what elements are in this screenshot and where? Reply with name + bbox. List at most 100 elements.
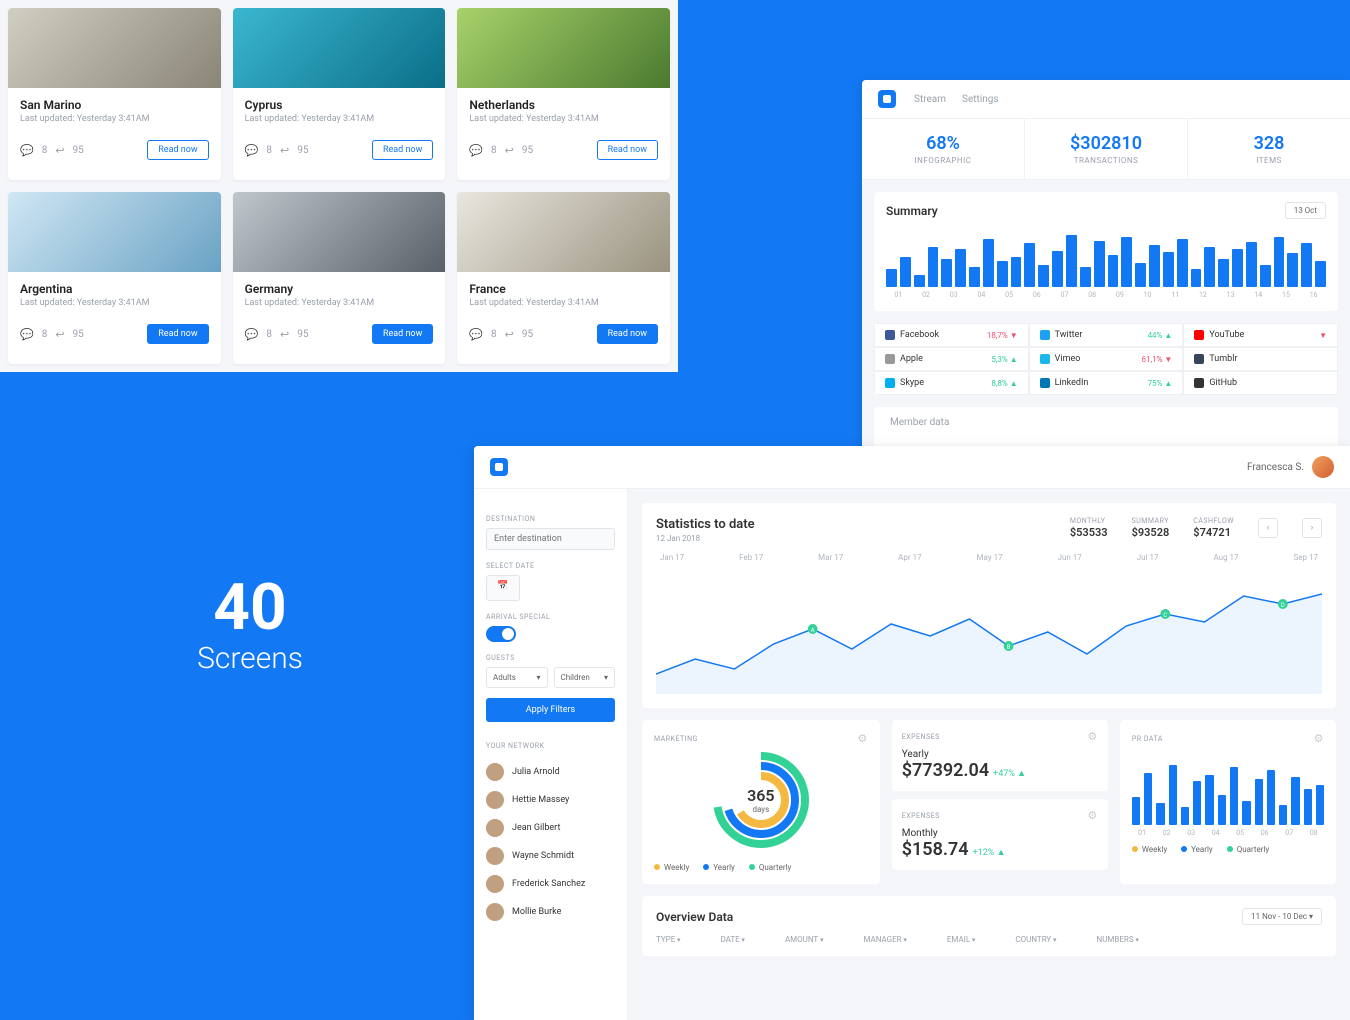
- bar: [1291, 777, 1299, 825]
- bar: [1163, 252, 1174, 287]
- chart-next-button[interactable]: ›: [1302, 518, 1322, 538]
- destination-input[interactable]: [486, 528, 615, 550]
- bar: [1181, 807, 1189, 825]
- source-icon: [1194, 330, 1204, 340]
- read-now-button[interactable]: Read now: [597, 324, 658, 344]
- source-cell[interactable]: Twitter 44% ▲: [1029, 323, 1184, 347]
- gear-icon[interactable]: ⚙: [857, 732, 867, 745]
- hero-number: 40: [120, 570, 380, 645]
- card-image: [8, 192, 221, 272]
- read-now-button[interactable]: Read now: [147, 140, 208, 160]
- arrival-toggle[interactable]: [486, 626, 516, 642]
- source-cell[interactable]: GitHub: [1183, 371, 1338, 395]
- source-cell[interactable]: LinkedIn 75% ▲: [1029, 371, 1184, 395]
- chart-stat: MONTHLY$53533: [1070, 517, 1108, 539]
- date-picker[interactable]: 13 Oct: [1285, 202, 1326, 219]
- overview-col[interactable]: NUMBERS: [1096, 935, 1138, 944]
- bar: [900, 257, 911, 287]
- network-item[interactable]: Jean Gilbert: [486, 814, 615, 842]
- overview-col[interactable]: AMOUNT: [785, 935, 824, 944]
- user-menu[interactable]: Francesca S.: [1247, 456, 1334, 478]
- share-icon: ↩: [280, 144, 289, 157]
- overview-col[interactable]: COUNTRY: [1015, 935, 1056, 944]
- nav-stream[interactable]: Stream: [914, 94, 946, 105]
- children-select[interactable]: Children▾: [554, 667, 616, 688]
- bar: [1315, 261, 1326, 287]
- source-cell[interactable]: Vimeo 61,1% ▼: [1029, 347, 1184, 371]
- hero-label: Screens: [120, 641, 380, 676]
- bar: [1267, 770, 1275, 825]
- gear-icon[interactable]: ⚙: [1314, 732, 1324, 745]
- source-cell[interactable]: Apple 5,3% ▲: [874, 347, 1029, 371]
- stat-block: 328ITEMS: [1188, 119, 1350, 179]
- comment-count: 8: [42, 145, 48, 156]
- read-now-button[interactable]: Read now: [147, 324, 208, 344]
- chart-prev-button[interactable]: ‹: [1258, 518, 1278, 538]
- network-item[interactable]: Wayne Schmidt: [486, 842, 615, 870]
- gear-icon[interactable]: ⚙: [1087, 730, 1097, 743]
- source-icon: [885, 354, 895, 364]
- source-icon: [885, 330, 895, 340]
- expense-card: EXPENSES⚙ Yearly $77392.04+47% ▲: [892, 720, 1108, 791]
- overview-title: Overview Data: [656, 910, 733, 924]
- date-input[interactable]: 📅: [486, 575, 520, 601]
- overview-col[interactable]: MANAGER: [863, 935, 906, 944]
- bar: [1218, 259, 1229, 287]
- comment-count: 8: [266, 145, 272, 156]
- avatar: [486, 847, 504, 865]
- card-title: Netherlands: [469, 98, 658, 112]
- overview-col[interactable]: TYPE: [656, 935, 680, 944]
- prdata-widget: PR DATA⚙ 0102030405060708 WeeklyYearlyQu…: [1120, 720, 1336, 884]
- travel-card: Cyprus Last updated: Yesterday 3:41AM 💬8…: [233, 8, 446, 180]
- source-cell[interactable]: Facebook 18,7% ▼: [874, 323, 1029, 347]
- selectdate-label: SELECT DATE: [486, 562, 615, 570]
- bar: [1066, 235, 1077, 287]
- comment-count: 8: [491, 329, 497, 340]
- network-item[interactable]: Frederick Sanchez: [486, 870, 615, 898]
- share-count: 95: [297, 329, 308, 340]
- card-image: [233, 8, 446, 88]
- apply-filters-button[interactable]: Apply Filters: [486, 698, 615, 722]
- source-cell[interactable]: Tumblr: [1183, 347, 1338, 371]
- nav-settings[interactable]: Settings: [962, 94, 999, 105]
- bar: [1169, 765, 1177, 825]
- bar: [1230, 767, 1238, 825]
- overview-date-picker[interactable]: 11 Nov - 10 Dec ▾: [1242, 908, 1322, 925]
- travel-card: San Marino Last updated: Yesterday 3:41A…: [8, 8, 221, 180]
- travel-card: Argentina Last updated: Yesterday 3:41AM…: [8, 192, 221, 364]
- share-icon: ↩: [55, 144, 64, 157]
- source-cell[interactable]: Skype 8,8% ▲: [874, 371, 1029, 395]
- user-name: Francesca S.: [1247, 462, 1304, 473]
- source-icon: [1194, 354, 1204, 364]
- bar: [997, 261, 1008, 287]
- card-updated: Last updated: Yesterday 3:41AM: [469, 298, 658, 308]
- read-now-button[interactable]: Read now: [372, 140, 433, 160]
- bar: [1232, 249, 1243, 287]
- share-count: 95: [522, 145, 533, 156]
- network-item[interactable]: Julia Arnold: [486, 758, 615, 786]
- stat-block: $302810TRANSACTIONS: [1025, 119, 1188, 179]
- read-now-button[interactable]: Read now: [597, 140, 658, 160]
- overview-col[interactable]: EMAIL: [947, 935, 976, 944]
- network-item[interactable]: Mollie Burke: [486, 898, 615, 926]
- bar: [914, 275, 925, 287]
- analytics-nav: Stream Settings: [914, 94, 999, 105]
- chart-date: 12 Jan 2018: [656, 534, 755, 543]
- bar: [886, 269, 897, 287]
- svg-text:C: C: [1163, 612, 1167, 619]
- adults-select[interactable]: Adults▾: [486, 667, 548, 688]
- network-item[interactable]: Hettie Massey: [486, 786, 615, 814]
- bar: [983, 239, 994, 287]
- read-now-button[interactable]: Read now: [372, 324, 433, 344]
- source-cell[interactable]: YouTube ▼: [1183, 323, 1338, 347]
- avatar: [486, 763, 504, 781]
- overview-col[interactable]: DATE: [720, 935, 744, 944]
- bar: [955, 249, 966, 287]
- bar: [1121, 237, 1132, 287]
- bar: [1052, 251, 1063, 287]
- card-image: [233, 192, 446, 272]
- bar: [1316, 785, 1324, 825]
- gear-icon[interactable]: ⚙: [1087, 809, 1097, 822]
- dashboard-sidebar: DESTINATION SELECT DATE 📅 ARRIVAL SPECIA…: [474, 489, 628, 1020]
- stat-block: 68%INFOGRAPHIC: [862, 119, 1025, 179]
